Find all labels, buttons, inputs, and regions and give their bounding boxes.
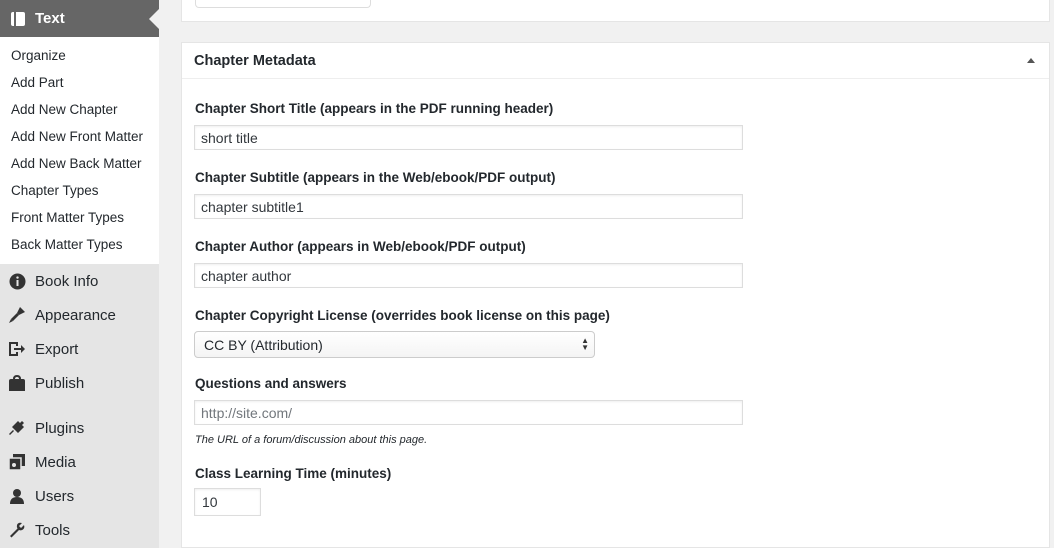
menu-item-book-info[interactable]: Book Info — [0, 264, 159, 298]
brush-icon — [8, 306, 26, 324]
text-submenu: Organize Add Part Add New Chapter Add Ne… — [0, 37, 159, 264]
admin-sidebar: Text Organize Add Part Add New Chapter A… — [0, 0, 159, 548]
short-title-label: Chapter Short Title (appears in the PDF … — [195, 101, 554, 116]
plug-icon — [8, 419, 26, 437]
user-icon — [8, 487, 26, 505]
store-icon — [8, 374, 26, 392]
menu-item-export[interactable]: Export — [0, 332, 159, 366]
select-arrows-icon: ▲ ▼ — [581, 336, 589, 352]
submenu-back-matter-types[interactable]: Back Matter Types — [0, 231, 159, 258]
license-selected-value: CC BY (Attribution) — [204, 336, 323, 353]
menu-item-label: Text — [35, 10, 65, 27]
metabox-title: Chapter Metadata — [194, 52, 316, 69]
menu-item-publish[interactable]: Publish — [0, 366, 159, 400]
menu-item-label: Export — [35, 340, 79, 358]
subtitle-input[interactable] — [194, 194, 743, 219]
menu-item-appearance[interactable]: Appearance — [0, 298, 159, 332]
subtitle-label: Chapter Subtitle (appears in the Web/ebo… — [195, 170, 556, 185]
author-label: Chapter Author (appears in Web/ebook/PDF… — [195, 239, 526, 254]
menu-item-tools[interactable]: Tools — [0, 513, 159, 547]
author-input[interactable] — [194, 263, 743, 288]
media-icon — [8, 453, 26, 471]
book-icon — [10, 11, 26, 27]
menu-separator — [0, 400, 159, 411]
submenu-front-matter-types[interactable]: Front Matter Types — [0, 204, 159, 231]
menu-item-label: Tools — [35, 521, 71, 539]
wrench-icon — [8, 521, 26, 539]
menu-item-label: Publish — [35, 374, 85, 392]
qa-hint: The URL of a forum/discussion about this… — [195, 434, 428, 446]
submenu-add-new-back-matter[interactable]: Add New Back Matter — [0, 150, 159, 177]
menu-item-label: Book Info — [35, 272, 99, 290]
learning-time-input[interactable] — [194, 488, 261, 516]
menu-item-plugins[interactable]: Plugins — [0, 411, 159, 445]
menu-item-label: Appearance — [35, 306, 116, 324]
submenu-add-new-chapter[interactable]: Add New Chapter — [0, 96, 159, 123]
menu-item-text-current[interactable]: Text — [0, 0, 159, 37]
short-title-input[interactable] — [194, 125, 743, 150]
menu-item-label: Plugins — [35, 419, 85, 437]
export-icon — [8, 340, 26, 358]
menu-item-label: Users — [35, 487, 75, 505]
current-menu-arrow — [149, 9, 159, 29]
menu-item-media[interactable]: Media — [0, 445, 159, 479]
submenu-add-part[interactable]: Add Part — [0, 69, 159, 96]
partial-control[interactable] — [195, 0, 371, 8]
previous-metabox-partial — [181, 0, 1050, 22]
chapter-metadata-metabox: Chapter Metadata Chapter Short Title (ap… — [181, 42, 1050, 548]
qa-label: Questions and answers — [195, 376, 347, 391]
metabox-header[interactable]: Chapter Metadata — [182, 43, 1049, 79]
license-label: Chapter Copyright License (overrides boo… — [195, 308, 610, 323]
license-select[interactable]: CC BY (Attribution) ▲ ▼ — [194, 331, 595, 358]
menu-item-label: Media — [35, 453, 76, 471]
learning-time-label: Class Learning Time (minutes) — [195, 466, 392, 481]
info-icon — [8, 272, 26, 290]
collapse-toggle-icon[interactable] — [1027, 58, 1035, 63]
submenu-organize[interactable]: Organize — [0, 42, 159, 69]
qa-url-input[interactable] — [194, 400, 743, 425]
submenu-add-new-front-matter[interactable]: Add New Front Matter — [0, 123, 159, 150]
menu-item-users[interactable]: Users — [0, 479, 159, 513]
submenu-chapter-types[interactable]: Chapter Types — [0, 177, 159, 204]
